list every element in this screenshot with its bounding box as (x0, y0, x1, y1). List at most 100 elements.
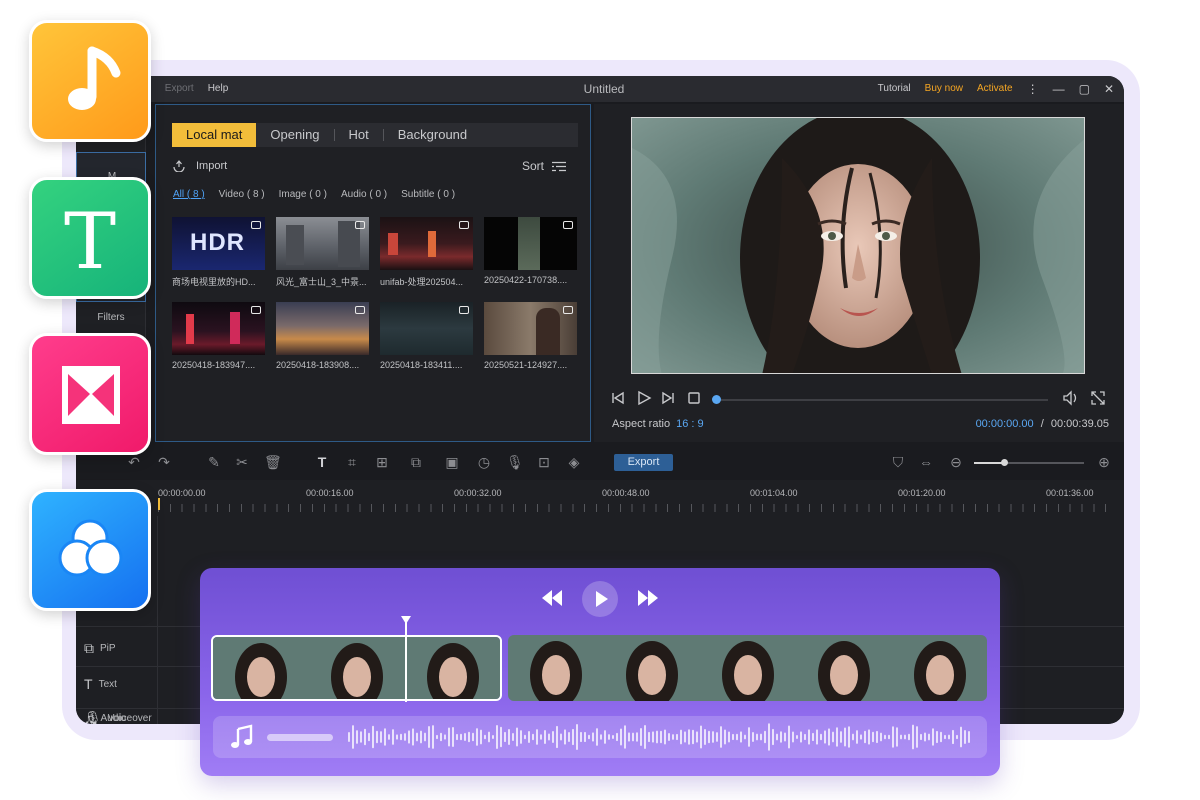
shield-icon[interactable]: ⛉ (890, 454, 906, 470)
preview-image (631, 117, 1085, 374)
track-label-voiceover[interactable]: 🎙 Voiceover (84, 710, 152, 724)
waveform-bar (460, 733, 462, 741)
media-item[interactable]: 风光_富士山_3_中景... (276, 217, 369, 288)
import-button[interactable]: Import (172, 160, 227, 172)
zoom-in-icon[interactable]: ⊕ (1096, 454, 1112, 470)
waveform-bar (548, 733, 550, 741)
maximize-icon[interactable]: ▢ (1079, 83, 1090, 95)
timeline-playhead[interactable] (158, 498, 160, 510)
sort-button[interactable]: Sort (522, 159, 566, 173)
video-badge-icon (355, 221, 365, 229)
filter-subtitle[interactable]: Subtitle ( 0 ) (401, 189, 455, 200)
more-menu-icon[interactable]: ⋮ (1027, 83, 1039, 95)
zoom-slider-handle[interactable] (1000, 459, 1008, 466)
crop-icon[interactable]: ⌗ (344, 454, 360, 470)
waveform-bar (788, 725, 790, 749)
export-button[interactable]: Export (614, 454, 673, 471)
waveform-bar (944, 734, 946, 740)
tab-hot[interactable]: Hot (335, 123, 383, 147)
media-item[interactable]: HDR 商场电视里放的HD... (172, 217, 265, 288)
side-item-filters[interactable]: Filters (76, 312, 146, 323)
waveform-bar (740, 731, 742, 743)
previous-frame-icon[interactable] (610, 390, 626, 406)
waveform-bar (708, 730, 710, 744)
time-display: 00:00:00.00 / 00:00:39.05 (976, 418, 1109, 430)
filter-image[interactable]: Image ( 0 ) (279, 189, 327, 200)
waveform-bar (412, 728, 414, 746)
media-thumbnail (484, 217, 577, 270)
media-item[interactable]: 20250418-183411.... (380, 302, 473, 370)
media-item[interactable]: 20250521-124927.... (484, 302, 577, 370)
waveform-bar (584, 731, 586, 743)
speed-icon[interactable]: ◷ (476, 454, 492, 470)
cut-icon[interactable]: ✂ (234, 454, 250, 470)
video-clip-selected[interactable] (211, 635, 502, 701)
text-feature-tile: T (29, 177, 151, 299)
screen-icon[interactable]: ▣ (444, 454, 460, 470)
progress-track[interactable] (718, 399, 1048, 401)
waveform-bar (572, 728, 574, 746)
fit-width-icon[interactable]: ⇔ (918, 454, 934, 470)
timeline-ruler[interactable]: 00:00:00.00 00:00:16.00 00:00:32.00 00:0… (158, 486, 1114, 512)
fast-forward-icon[interactable] (636, 588, 660, 608)
waveform-bar (680, 729, 682, 745)
tutorial-link[interactable]: Tutorial (878, 83, 911, 94)
track-label-pip[interactable]: ⧉ PiP (84, 640, 116, 657)
media-item[interactable]: 20250422-170738.... (484, 217, 577, 288)
redo-icon[interactable]: ↷ (156, 454, 172, 470)
close-icon[interactable]: ✕ (1104, 83, 1114, 95)
waveform-bar (372, 725, 374, 749)
waveform-bar (428, 726, 430, 748)
video-clip[interactable] (508, 635, 987, 701)
audio-track[interactable] (213, 716, 987, 758)
filter-audio[interactable]: Audio ( 0 ) (341, 189, 387, 200)
media-item[interactable]: unifab-处理202504... (380, 217, 473, 288)
activate-link[interactable]: Activate (977, 83, 1013, 94)
paint-bucket-icon[interactable]: ◈ (566, 454, 582, 470)
filter-all[interactable]: All ( 8 ) (173, 189, 205, 200)
mini-playhead[interactable] (405, 622, 407, 702)
waveform-bar (744, 734, 746, 740)
tick-label: 00:01:20.00 (898, 488, 946, 498)
waveform-bar (884, 734, 886, 740)
filter-icon (58, 519, 123, 577)
tick-label: 00:00:48.00 (602, 488, 650, 498)
stop-icon[interactable] (686, 390, 702, 406)
split-icon[interactable]: ⧉ (408, 454, 424, 470)
buy-now-link[interactable]: Buy now (925, 83, 963, 94)
volume-icon[interactable] (1062, 390, 1080, 406)
microphone-icon[interactable]: 🎙 (506, 454, 524, 470)
next-frame-icon[interactable] (660, 390, 676, 406)
tab-opening[interactable]: Opening (256, 123, 333, 147)
waveform-bar (364, 728, 366, 746)
mosaic-icon[interactable]: ⊡ (536, 454, 552, 470)
waveform-bar (700, 725, 702, 749)
track-label-text[interactable]: T Text (84, 676, 117, 692)
add-frame-icon[interactable]: ⊞ (374, 454, 390, 470)
edit-icon[interactable]: ✎ (206, 454, 222, 470)
play-icon[interactable] (636, 390, 652, 406)
minimize-icon[interactable]: — (1053, 83, 1065, 95)
aspect-ratio[interactable]: Aspect ratio 16 : 9 (612, 418, 704, 430)
waveform-bar (928, 733, 930, 741)
import-icon (173, 160, 185, 172)
zoom-out-icon[interactable]: ⊖ (948, 454, 964, 470)
waveform-bar (356, 730, 358, 744)
filter-video[interactable]: Video ( 8 ) (219, 189, 265, 200)
waveform-bar (920, 733, 922, 741)
svg-text:T: T (64, 197, 116, 287)
transition-icon (62, 366, 120, 424)
text-tool-icon[interactable]: T (314, 454, 330, 470)
waveform-bar (896, 727, 898, 747)
tab-background[interactable]: Background (384, 123, 481, 147)
fullscreen-icon[interactable] (1090, 390, 1106, 406)
media-item[interactable]: 20250418-183908.... (276, 302, 369, 370)
waveform-bar (608, 734, 610, 740)
mini-play-button[interactable] (582, 581, 618, 617)
media-item[interactable]: 20250418-183947.... (172, 302, 265, 370)
delete-icon[interactable]: 🗑 (264, 454, 282, 470)
progress-handle[interactable] (712, 395, 721, 404)
tab-local-mat[interactable]: Local mat (172, 123, 257, 147)
video-badge-icon (459, 306, 469, 314)
rewind-icon[interactable] (540, 588, 564, 608)
